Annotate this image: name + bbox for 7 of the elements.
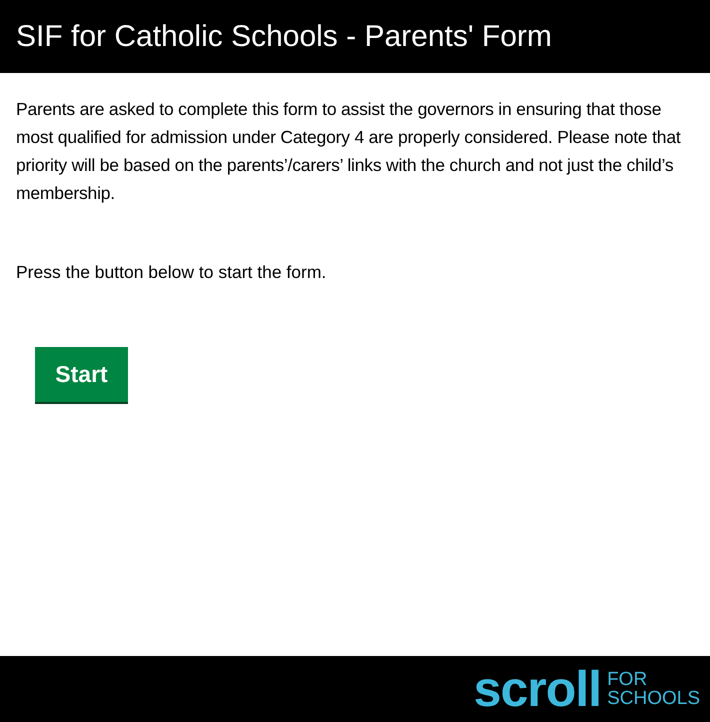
logo-tagline: FOR [607,670,648,689]
page-title: SIF for Catholic Schools - Parents' Form [16,22,552,52]
intro-paragraph: Parents are asked to complete this form to assist the governors in ensuring that those most qualified for admission under Category 4 are properly considered. Please note that priority will be based on the parents’/carers’ links with the church and not just the child’s membership. [16,98,682,205]
logo-word: scroll [474,664,602,714]
instruction-text: Press the button below to start the form. [16,261,328,284]
logo-tagline: SCHOOLS [607,689,700,708]
start-button[interactable]: Start [35,347,128,404]
